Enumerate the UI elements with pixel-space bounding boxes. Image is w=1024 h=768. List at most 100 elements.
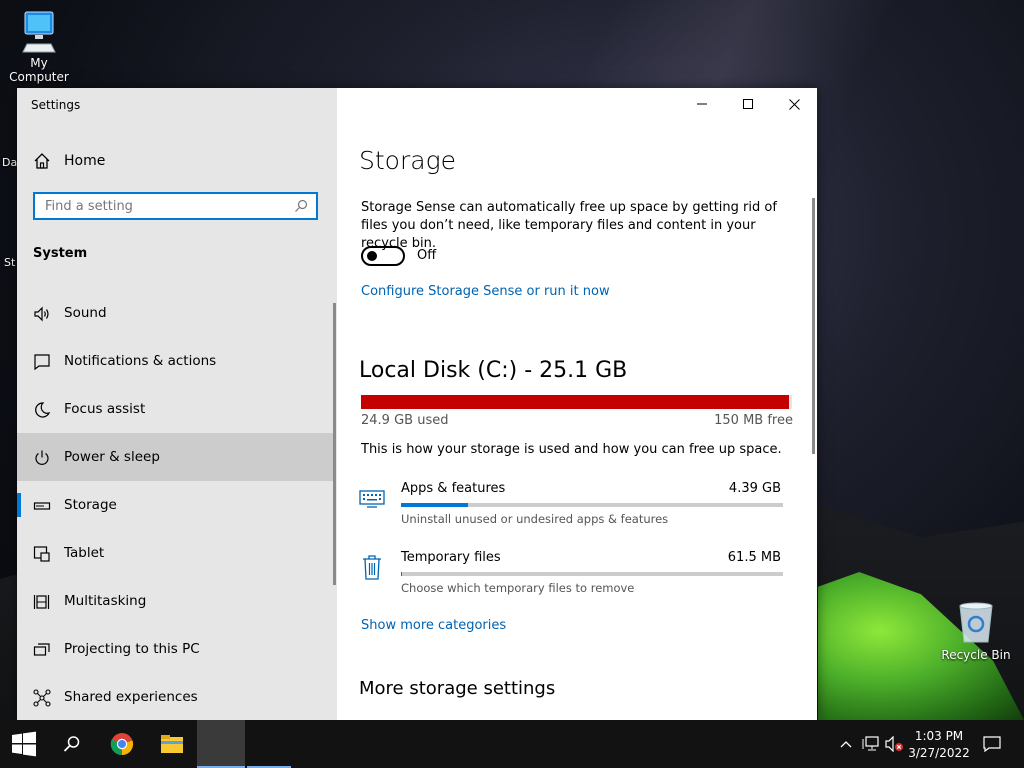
- sidebar-item-storage[interactable]: Storage: [17, 481, 335, 529]
- storage-icon: [33, 502, 51, 510]
- sidebar-item-focus-assist[interactable]: Focus assist: [17, 385, 335, 433]
- disk-usage-fill: [361, 395, 789, 409]
- start-button[interactable]: [0, 720, 48, 768]
- configure-storage-sense-link[interactable]: Configure Storage Sense or run it now: [361, 284, 610, 299]
- selection-indicator: [17, 493, 21, 517]
- window-title: Settings: [31, 98, 81, 112]
- computer-icon: [22, 11, 56, 53]
- search-icon[interactable]: [294, 199, 308, 213]
- disk-usage-bar: [361, 395, 792, 409]
- sidebar-item-sound[interactable]: Sound: [17, 289, 335, 337]
- multitasking-icon: [33, 595, 50, 609]
- sidebar-item-label: Multitasking: [64, 593, 147, 609]
- category-usage-bar: [401, 572, 783, 576]
- search-box[interactable]: [33, 192, 318, 220]
- clock-date: 3/27/2022: [908, 746, 970, 760]
- moon-icon: [35, 402, 51, 418]
- content-scrollbar[interactable]: [812, 198, 815, 454]
- sidebar-nav: Sound Notifications & actions Focus assi…: [17, 289, 335, 721]
- sidebar-item-shared-experiences[interactable]: Shared experiences: [17, 673, 335, 721]
- search-icon: [63, 736, 80, 752]
- category-size: 4.39 GB: [728, 481, 781, 496]
- toggle-state-label: Off: [417, 248, 437, 263]
- sidebar-item-multitasking[interactable]: Multitasking: [17, 577, 335, 625]
- taskbar-clock[interactable]: 1:03 PM 3/27/2022: [900, 728, 978, 762]
- close-icon: [788, 98, 800, 110]
- sidebar: Settings Home System Sound: [17, 88, 337, 720]
- show-hidden-icons-button[interactable]: [836, 720, 856, 768]
- sidebar-scrollbar[interactable]: [333, 303, 336, 585]
- maximize-button[interactable]: [725, 88, 771, 120]
- sidebar-item-tablet[interactable]: Tablet: [17, 529, 335, 577]
- action-center-icon: [983, 736, 1001, 752]
- sidebar-item-projecting[interactable]: Projecting to this PC: [17, 625, 335, 673]
- taskbar-active-window[interactable]: [197, 720, 245, 768]
- page-title: Storage: [359, 146, 456, 175]
- desktop-icon-label: My Computer: [9, 56, 69, 84]
- network-tray-button[interactable]: [860, 720, 882, 768]
- minimize-icon: [697, 103, 707, 105]
- sidebar-item-label: Focus assist: [64, 401, 146, 417]
- sidebar-item-label: Home: [64, 153, 106, 169]
- storage-sense-toggle[interactable]: [361, 246, 405, 266]
- main-content: Storage Storage Sense can automatically …: [337, 88, 817, 720]
- maximize-icon: [743, 99, 753, 109]
- sidebar-item-notifications[interactable]: Notifications & actions: [17, 337, 335, 385]
- shared-icon: [33, 689, 51, 707]
- category-description: Uninstall unused or undesired apps & fea…: [401, 512, 669, 526]
- more-storage-settings-heading: More storage settings: [359, 678, 556, 699]
- disk-used-label: 24.9 GB used: [361, 413, 449, 428]
- notification-icon: [34, 354, 50, 371]
- speaker-icon: [34, 306, 49, 322]
- taskbar-chrome[interactable]: [98, 720, 146, 768]
- sidebar-item-label: Power & sleep: [64, 449, 160, 465]
- search-input[interactable]: [35, 194, 295, 218]
- storage-sense-description: Storage Sense can automatically free up …: [361, 200, 777, 251]
- desktop-icon-partial-label[interactable]: Da: [2, 156, 17, 169]
- disk-title: Local Disk (C:) - 25.1 GB: [359, 358, 628, 383]
- category-size: 61.5 MB: [727, 550, 781, 565]
- recycle-bin-icon: [959, 602, 993, 643]
- toggle-knob: [367, 251, 377, 261]
- chevron-up-icon: [840, 741, 852, 748]
- category-usage-fill: [401, 572, 402, 576]
- power-icon: [35, 450, 49, 465]
- category-name: Apps & features: [401, 481, 506, 496]
- usage-description: This is how your storage is used and how…: [361, 442, 782, 457]
- category-usage-bar: [401, 503, 783, 507]
- projecting-icon: [33, 643, 50, 656]
- category-description: Choose which temporary files to remove: [401, 581, 635, 595]
- category-apps-features[interactable]: Apps & features 4.39 GB Uninstall unused…: [359, 481, 789, 537]
- clock-time: 1:03 PM: [914, 729, 964, 743]
- start-icon: [12, 731, 36, 757]
- action-center-button[interactable]: [978, 720, 1006, 768]
- taskbar-search-button[interactable]: [48, 720, 96, 768]
- desktop-icon-recycle-bin[interactable]: Recycle Bin: [940, 600, 1012, 662]
- category-name: Temporary files: [401, 550, 501, 565]
- sidebar-item-home[interactable]: Home: [17, 143, 337, 179]
- window-controls: [679, 88, 817, 120]
- sidebar-item-label: Notifications & actions: [64, 353, 217, 369]
- sidebar-item-label: Shared experiences: [64, 689, 198, 705]
- apps-icon: [359, 490, 385, 508]
- section-heading: System: [33, 246, 88, 261]
- sidebar-item-label: Sound: [64, 305, 107, 321]
- desktop-icon-my-computer[interactable]: My Computer: [0, 8, 78, 84]
- taskbar-window-indicator[interactable]: [247, 720, 291, 768]
- home-icon: [34, 153, 50, 169]
- desktop-icon-partial-label[interactable]: St: [4, 256, 15, 269]
- sidebar-item-power-sleep[interactable]: Power & sleep: [17, 433, 335, 481]
- network-icon: [862, 736, 879, 751]
- category-usage-fill: [401, 503, 468, 507]
- sidebar-item-label: Projecting to this PC: [64, 641, 200, 657]
- desktop-icon-label: Recycle Bin: [941, 648, 1011, 662]
- minimize-button[interactable]: [679, 88, 725, 120]
- category-temporary-files[interactable]: Temporary files 61.5 MB Choose which tem…: [359, 550, 789, 606]
- disk-free-label: 150 MB free: [714, 413, 793, 428]
- taskbar: 1:03 PM 3/27/2022: [0, 720, 1024, 768]
- sidebar-item-label: Storage: [64, 497, 117, 513]
- taskbar-file-explorer[interactable]: [148, 720, 196, 768]
- close-button[interactable]: [771, 88, 817, 120]
- show-more-categories-link[interactable]: Show more categories: [361, 618, 506, 633]
- settings-window: Settings Home System Sound: [17, 88, 817, 720]
